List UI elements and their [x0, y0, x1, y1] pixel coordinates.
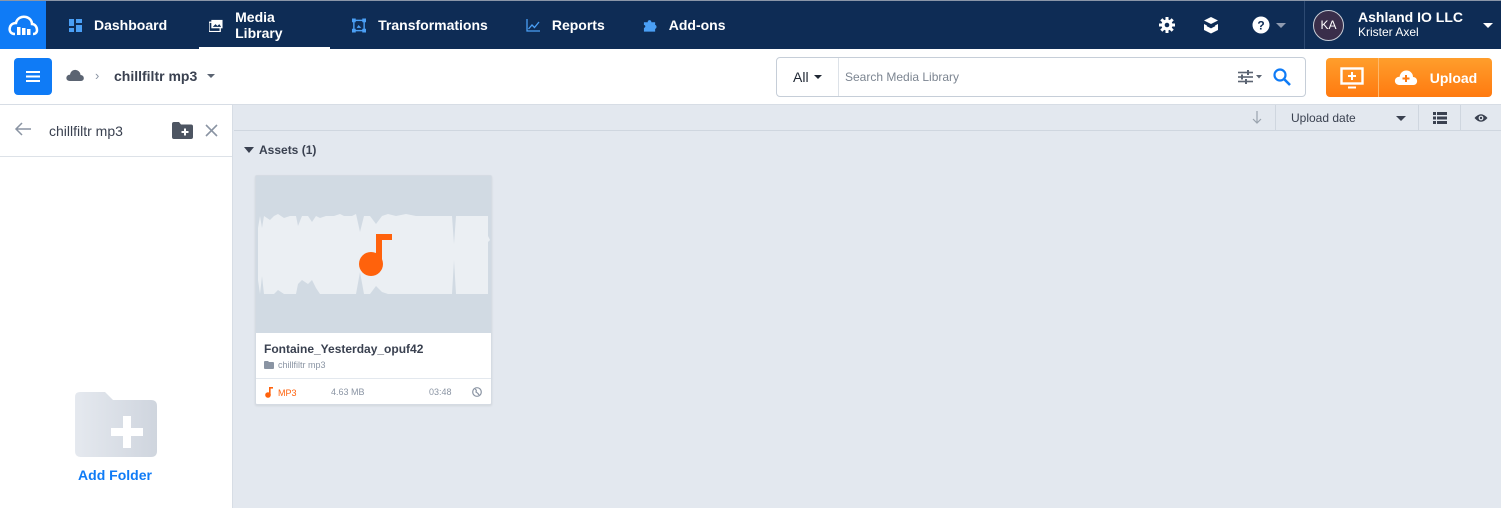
list-view-icon	[1432, 112, 1447, 124]
nav-dashboard[interactable]: Dashboard	[46, 1, 183, 49]
account-user: Krister Axel	[1358, 25, 1419, 39]
account-caret-icon	[1483, 23, 1493, 28]
top-navigation: Dashboard Media Library Transformations …	[0, 0, 1501, 49]
svg-text:?: ?	[1257, 19, 1264, 33]
upload-button-group: Upload	[1326, 58, 1492, 97]
breadcrumb-separator: ›	[95, 68, 100, 83]
help-icon: ?	[1252, 16, 1270, 34]
asset-duration: 03:48	[429, 387, 452, 397]
folder-icon	[264, 361, 274, 369]
folder-panel-toggle-button[interactable]	[14, 58, 52, 95]
music-note-icon	[359, 234, 392, 276]
dashboard-icon	[68, 18, 82, 32]
screen-plus-icon	[1340, 66, 1364, 88]
breadcrumb-caret-icon[interactable]	[207, 74, 215, 78]
nav-transformations-label: Transformations	[378, 17, 488, 33]
learning-center-icon[interactable]	[1201, 15, 1221, 35]
asset-folder: chillfiltr mp3	[264, 360, 326, 370]
asset-card[interactable]: Fontaine_Yesterday_opuf42 chillfiltr mp3…	[255, 175, 492, 405]
breadcrumb-current-folder[interactable]: chillfiltr mp3	[114, 68, 197, 84]
help-caret-icon	[1276, 22, 1286, 28]
asset-format-label: MP3	[278, 387, 297, 398]
asset-folder-label: chillfiltr mp3	[278, 360, 326, 370]
search-type-value: All	[793, 69, 809, 85]
audio-note-icon	[265, 387, 273, 398]
upload-button[interactable]: Upload	[1379, 58, 1492, 97]
card-divider	[256, 378, 491, 379]
nav-add-ons-label: Add-ons	[668, 17, 726, 33]
asset-format: MP3	[265, 387, 297, 398]
search-input[interactable]	[839, 59, 1235, 95]
sidebar-folder-title: chillfiltr mp3	[49, 123, 123, 139]
settings-icon[interactable]	[1157, 15, 1177, 35]
close-icon[interactable]	[205, 124, 218, 142]
transformations-icon	[352, 18, 367, 32]
folder-plus-icon	[75, 392, 157, 457]
avatar: KA	[1313, 9, 1344, 41]
nav-add-ons[interactable]: Add-ons	[621, 1, 742, 49]
help-menu[interactable]: ?	[1251, 15, 1287, 35]
audio-waveform-thumbnail	[256, 176, 491, 333]
asset-name: Fontaine_Yesterday_opuf42	[264, 342, 424, 356]
cloudinary-logo[interactable]	[0, 1, 46, 49]
assets-section-toggle[interactable]: Assets (1)	[244, 143, 316, 157]
advanced-filter-button[interactable]	[1235, 70, 1265, 84]
search-button[interactable]	[1267, 68, 1297, 86]
search-type-caret-icon	[813, 75, 822, 79]
asset-size: 4.63 MB	[331, 387, 365, 397]
nav-media-library-label: Media Library	[235, 9, 283, 41]
media-editor-button[interactable]	[1326, 58, 1379, 97]
filter-sliders-icon	[1238, 70, 1262, 84]
sort-caret-icon	[1396, 116, 1406, 121]
assets-area: Upload date Assets (1) Fontaine_Yesterda…	[234, 105, 1501, 508]
list-view-button[interactable]	[1419, 105, 1461, 131]
nav-media-library[interactable]: Media Library	[199, 1, 331, 49]
sort-by-value: Upload date	[1291, 111, 1356, 125]
folder-sidebar-header: chillfiltr mp3	[0, 105, 232, 157]
search-bar: All	[776, 57, 1306, 97]
nav-transformations[interactable]: Transformations	[330, 1, 504, 49]
add-folder-link[interactable]: Add Folder	[60, 467, 170, 483]
cloud-upload-icon	[1394, 69, 1418, 86]
nav-reports-label: Reports	[551, 17, 605, 33]
library-toolbar: › chillfiltr mp3 All Upload	[0, 49, 1501, 105]
upload-label: Upload	[1429, 69, 1478, 86]
add-folder-illustration[interactable]	[75, 392, 157, 462]
sort-direction-icon[interactable]	[1252, 111, 1262, 129]
folder-sidebar: chillfiltr mp3 Add Folder	[0, 105, 233, 508]
hamburger-icon	[26, 71, 40, 82]
eye-icon	[1474, 114, 1488, 122]
account-org: Ashland IO LLC	[1358, 9, 1463, 25]
search-type-select[interactable]: All	[777, 58, 839, 96]
new-folder-icon[interactable]	[172, 122, 193, 144]
nav-dashboard-label: Dashboard	[94, 17, 168, 33]
root-cloud-icon[interactable]	[66, 69, 84, 87]
assets-heading: Assets (1)	[259, 143, 317, 157]
preview-toggle-button[interactable]	[1461, 105, 1501, 131]
collapse-caret-icon	[244, 147, 254, 153]
account-menu[interactable]: KA Ashland IO LLC Krister Axel	[1304, 1, 1501, 49]
sort-by-select[interactable]: Upload date	[1275, 105, 1419, 131]
search-icon	[1273, 68, 1291, 86]
media-library-icon	[209, 18, 223, 32]
reports-icon	[526, 18, 540, 32]
nav-reports[interactable]: Reports	[504, 1, 621, 49]
sort-toolbar: Upload date	[234, 105, 1501, 131]
back-arrow-icon[interactable]	[14, 122, 32, 141]
public-globe-icon	[472, 387, 482, 397]
puzzle-icon	[643, 18, 657, 32]
cloud-logo-icon	[8, 15, 39, 36]
